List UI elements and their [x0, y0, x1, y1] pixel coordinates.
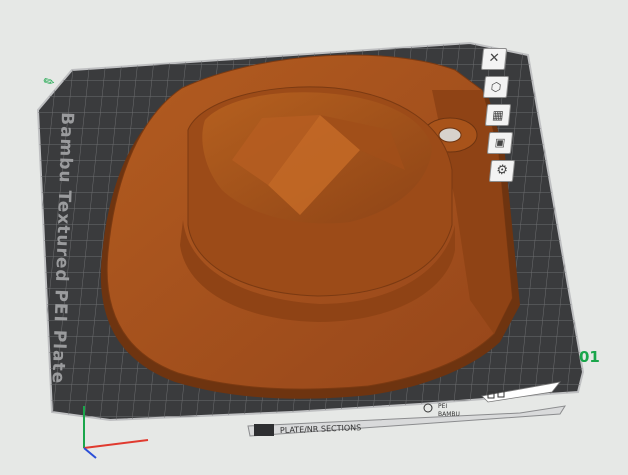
settings-icon[interactable]: ⚙ — [488, 160, 516, 182]
model-hat[interactable] — [100, 54, 520, 399]
strip-text-3: BAMBU — [438, 411, 460, 418]
remove-plate-icon[interactable]: ✕ — [480, 48, 508, 70]
bambu-logo — [254, 424, 274, 436]
lock-icon[interactable]: ▣ — [486, 132, 514, 154]
arrange-icon[interactable]: ▦ — [484, 104, 512, 126]
3d-viewport[interactable]: Bambu Textured PEI Plate PLATE/NR SECTIO… — [0, 0, 628, 471]
strip-text: PLATE/NR SECTIONS — [280, 423, 362, 435]
auto-orient-icon[interactable]: ⬡ — [482, 76, 510, 98]
strip-circle-icon — [423, 403, 433, 413]
scene-canvas[interactable]: Bambu Textured PEI Plate PLATE/NR SECTIO… — [0, 0, 628, 471]
plate-toolbar: ✕ ⬡ ▦ ▣ ⚙ — [480, 48, 516, 182]
plate-number: 01 — [579, 348, 600, 366]
strip-text-2: PEI — [438, 403, 447, 410]
